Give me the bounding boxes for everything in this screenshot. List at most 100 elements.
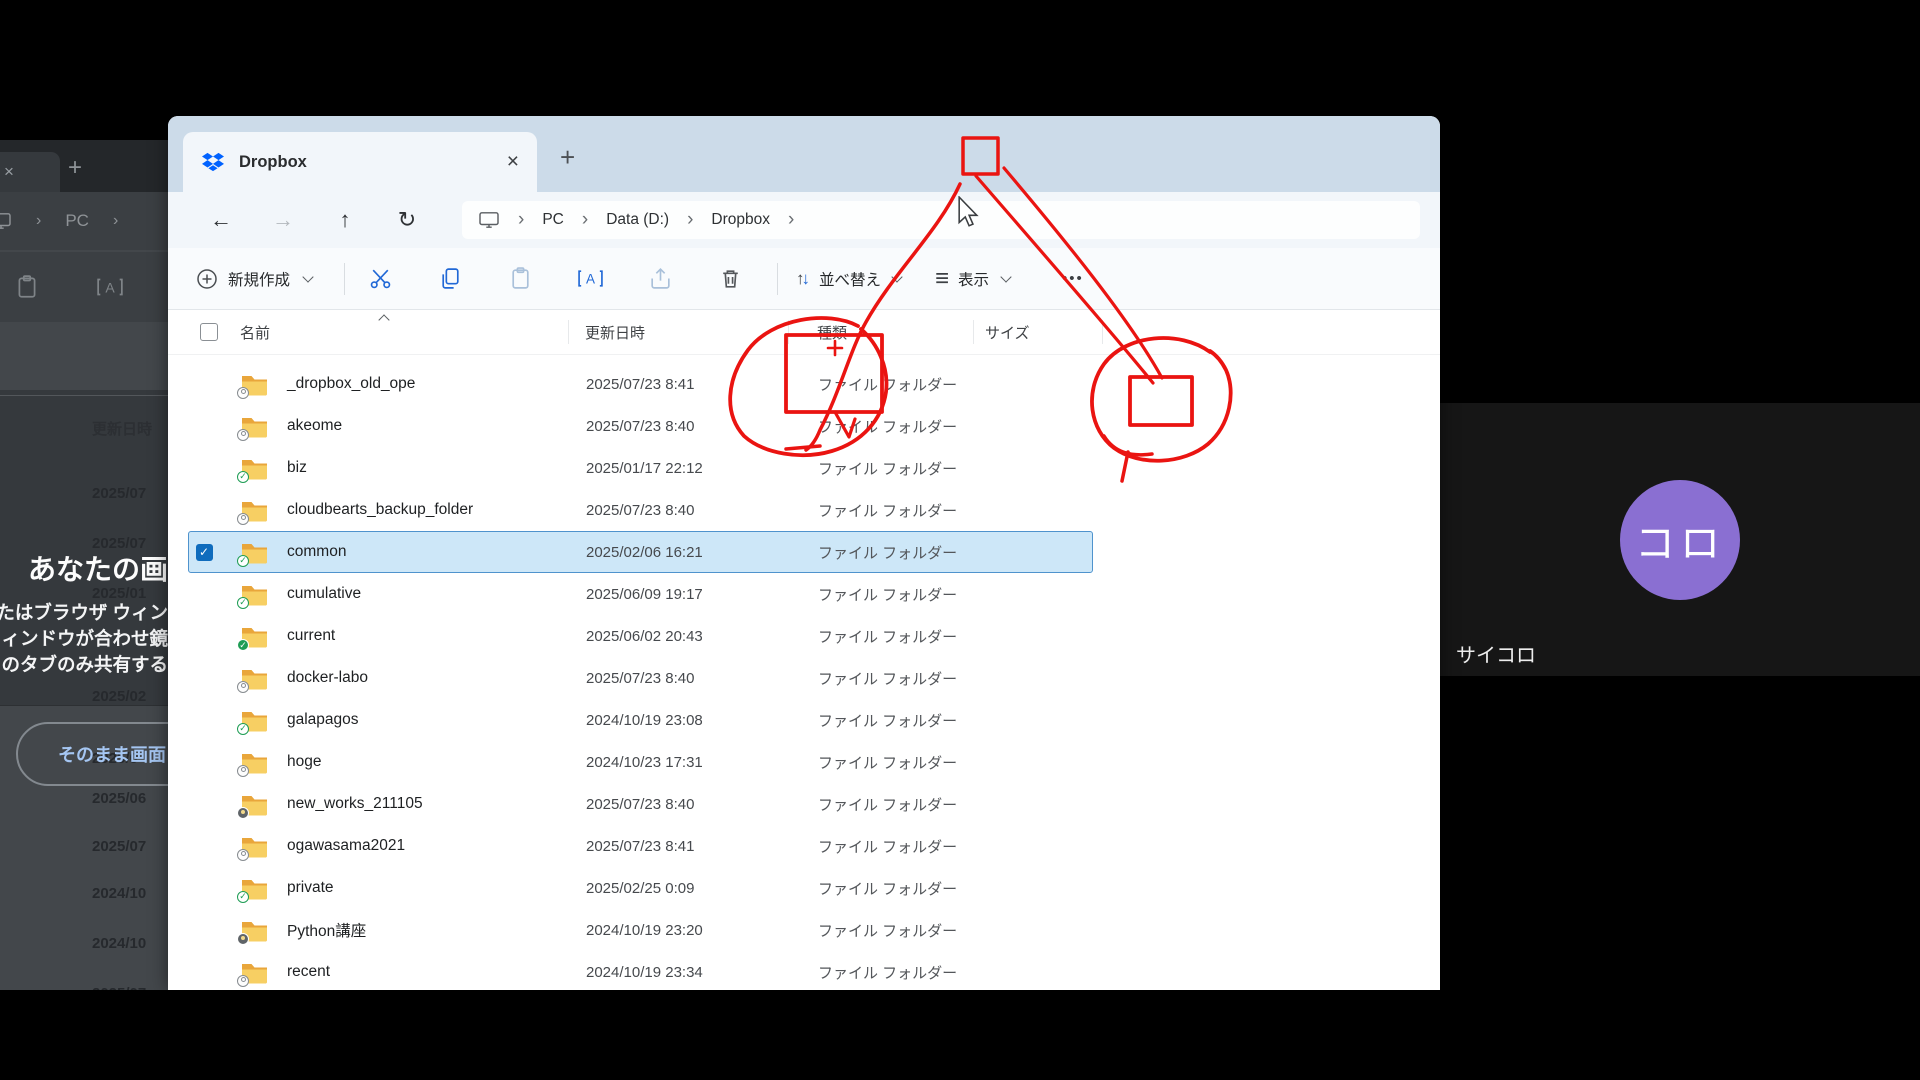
row-checkbox-cell[interactable]: ✓ [189, 796, 219, 813]
breadcrumb[interactable]: ›PC›Data (D:)›Dropbox› [462, 201, 1420, 239]
column-divider[interactable] [788, 320, 789, 344]
file-row[interactable]: ✓ galapagos 2024/10/19 23:08 ファイル フォルダー [188, 699, 1093, 741]
file-row[interactable]: ✓ common 2025/02/06 16:21 ファイル フォルダー [188, 531, 1093, 573]
refresh-button[interactable]: ↻ [376, 207, 438, 233]
share-button[interactable] [625, 266, 695, 291]
row-checkbox-cell[interactable]: ✓ [189, 544, 219, 561]
breadcrumb-item-dropbox[interactable]: Dropbox [711, 211, 770, 229]
see-more-button[interactable]: ••• [1062, 270, 1084, 287]
column-size[interactable]: サイズ [985, 322, 1030, 343]
file-row[interactable]: ✓ ogawasama2021 2025/07/23 8:41 ファイル フォル… [188, 825, 1093, 867]
file-row[interactable]: ✓ cloudbearts_backup_folder 2025/07/23 8… [188, 489, 1093, 531]
row-checkbox-cell[interactable]: ✓ [189, 502, 219, 519]
view-button[interactable]: ≡ 表示 [935, 268, 1010, 290]
file-name[interactable]: cumulative [275, 585, 586, 603]
row-checkbox-cell[interactable]: ✓ [189, 376, 219, 393]
file-type: ファイル フォルダー [818, 374, 1092, 395]
folder-status-badge [237, 891, 249, 903]
folder-icon-cell [219, 415, 275, 438]
file-name[interactable]: hoge [275, 753, 586, 771]
breadcrumb-item-data-d-[interactable]: Data (D:) [606, 211, 669, 229]
copy-button[interactable] [415, 266, 485, 291]
folder-icon [241, 667, 268, 690]
column-name[interactable]: 名前 [240, 322, 270, 343]
rename-icon: A [577, 266, 604, 291]
file-name[interactable]: biz [275, 459, 586, 477]
column-divider[interactable] [568, 320, 569, 344]
svg-text:A: A [585, 272, 594, 287]
file-name[interactable]: ogawasama2021 [275, 837, 586, 855]
file-row[interactable]: ✓ docker-labo 2025/07/23 8:40 ファイル フォルダー [188, 657, 1093, 699]
folder-icon [241, 793, 268, 816]
file-explorer-window: Dropbox × + ← → ↑ ↻ ›PC›Data (D:)›Dropbo… [168, 116, 1440, 990]
row-checkbox-cell[interactable]: ✓ [189, 418, 219, 435]
file-type: ファイル フォルダー [818, 920, 1092, 941]
row-checkbox-cell[interactable]: ✓ [189, 712, 219, 729]
row-checkbox-cell[interactable]: ✓ [189, 628, 219, 645]
file-type: ファイル フォルダー [818, 584, 1092, 605]
file-row[interactable]: ✓ biz 2025/01/17 22:12 ファイル フォルダー [188, 447, 1093, 489]
file-type: ファイル フォルダー [818, 962, 1092, 983]
folder-icon [241, 919, 268, 942]
sort-button[interactable]: ↑↓ 並べ替え [796, 268, 901, 290]
file-name[interactable]: galapagos [275, 711, 586, 729]
column-divider[interactable] [973, 320, 974, 344]
file-name[interactable]: Python講座 [275, 919, 586, 941]
row-checkbox-checked-icon[interactable]: ✓ [196, 544, 213, 561]
column-divider[interactable] [1102, 320, 1103, 344]
file-name[interactable]: _dropbox_old_ope [275, 375, 586, 393]
file-row[interactable]: ✓ recent 2024/10/19 23:34 ファイル フォルダー [188, 951, 1093, 990]
row-checkbox-cell[interactable]: ✓ [189, 880, 219, 897]
column-modified[interactable]: 更新日時 [585, 322, 645, 343]
folder-icon [241, 499, 268, 522]
row-checkbox-cell[interactable]: ✓ [189, 754, 219, 771]
folder-status-badge [237, 807, 249, 819]
row-checkbox-cell[interactable]: ✓ [189, 670, 219, 687]
share-screen-button[interactable]: そのまま画面 [16, 722, 168, 786]
tab-close-icon[interactable]: × [507, 150, 519, 174]
file-name[interactable]: akeome [275, 417, 586, 435]
up-button[interactable]: ↑ [314, 207, 376, 233]
delete-button[interactable] [695, 266, 765, 291]
view-lines-icon: ≡ [935, 269, 949, 289]
breadcrumb-item-pc[interactable]: PC [542, 211, 564, 229]
file-name[interactable]: common [275, 543, 586, 561]
file-name[interactable]: cloudbearts_backup_folder [275, 501, 586, 519]
paste-button[interactable] [485, 266, 555, 291]
new-item-button[interactable]: 新規作成 [196, 268, 344, 290]
file-name[interactable]: recent [275, 963, 586, 981]
folder-icon-cell [219, 709, 275, 732]
file-name[interactable]: private [275, 879, 586, 897]
file-row[interactable]: ✓ _dropbox_old_ope 2025/07/23 8:41 ファイル … [188, 363, 1093, 405]
file-name[interactable]: current [275, 627, 586, 645]
file-row[interactable]: ✓ new_works_211105 2025/07/23 8:40 ファイル … [188, 783, 1093, 825]
file-modified-date: 2025/06/02 20:43 [586, 628, 818, 645]
new-tab-button[interactable]: + [560, 142, 575, 173]
file-modified-date: 2025/07/23 8:40 [586, 418, 818, 435]
file-row[interactable]: ✓ private 2025/02/25 0:09 ファイル フォルダー [188, 867, 1093, 909]
file-row[interactable]: ✓ akeome 2025/07/23 8:40 ファイル フォルダー [188, 405, 1093, 447]
forward-button[interactable]: → [252, 207, 314, 233]
row-checkbox-cell[interactable]: ✓ [189, 922, 219, 939]
row-checkbox-cell[interactable]: ✓ [189, 838, 219, 855]
cut-button[interactable] [345, 266, 415, 291]
file-row[interactable]: ✓ current 2025/06/02 20:43 ファイル フォルダー [188, 615, 1093, 657]
back-button[interactable]: ← [190, 207, 252, 233]
folder-status-badge [237, 849, 249, 861]
file-row[interactable]: ✓ cumulative 2025/06/09 19:17 ファイル フォルダー [188, 573, 1093, 615]
rename-button[interactable]: A [555, 266, 625, 291]
file-row[interactable]: ✓ Python講座 2024/10/19 23:20 ファイル フォルダー [188, 909, 1093, 951]
file-name[interactable]: docker-labo [275, 669, 586, 687]
chevron-down-icon [302, 271, 313, 282]
file-row[interactable]: ✓ hoge 2024/10/23 17:31 ファイル フォルダー [188, 741, 1093, 783]
row-checkbox-cell[interactable]: ✓ [189, 460, 219, 477]
row-checkbox-cell[interactable]: ✓ [189, 964, 219, 981]
select-all-checkbox[interactable] [200, 323, 218, 341]
row-checkbox-cell[interactable]: ✓ [189, 586, 219, 603]
column-type[interactable]: 種類 [817, 322, 847, 343]
tab-dropbox[interactable]: Dropbox × [183, 132, 537, 192]
folder-status-badge [237, 597, 249, 609]
file-name[interactable]: new_works_211105 [275, 795, 586, 813]
participant-video-tile: コロ サイコロ [1440, 403, 1920, 676]
file-modified-date: 2025/06/09 19:17 [586, 586, 818, 603]
